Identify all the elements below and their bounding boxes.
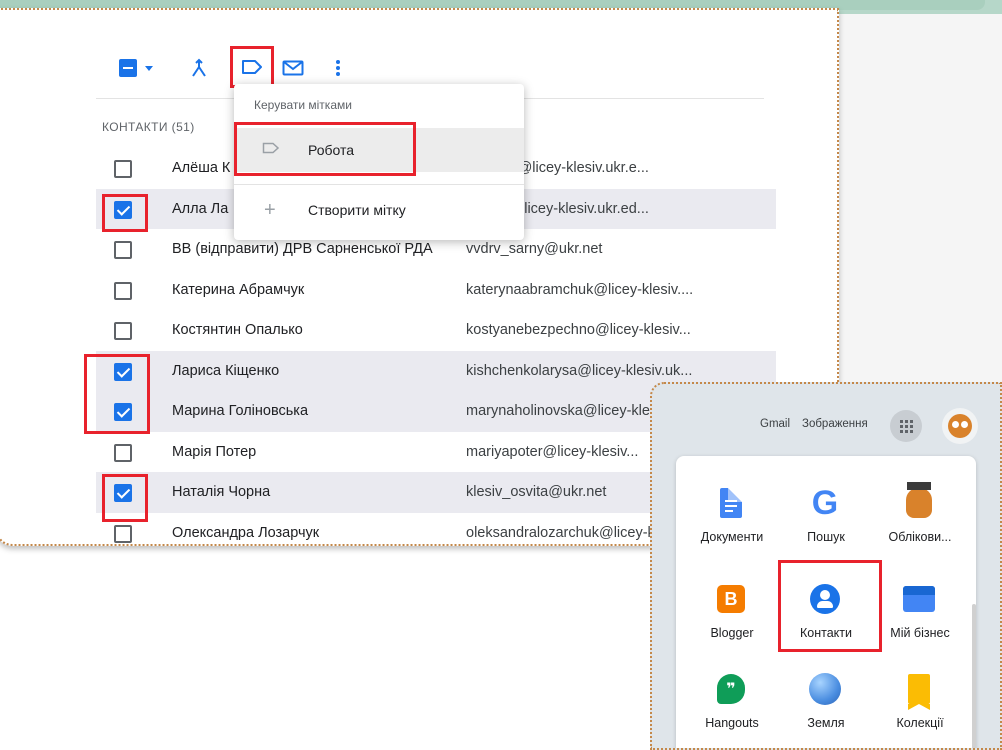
images-link[interactable]: Зображення xyxy=(802,418,868,430)
earth-icon xyxy=(806,670,844,708)
select-all-checkbox-icon xyxy=(119,59,137,77)
contacts-toolbar xyxy=(0,10,837,90)
menu-item-label: Створити мітку xyxy=(308,202,406,218)
contact-name: Алёша К xyxy=(172,160,231,177)
more-actions-button[interactable] xyxy=(328,54,348,82)
plus-icon: + xyxy=(264,198,276,221)
more-vert-icon xyxy=(336,60,340,76)
app-accounts[interactable]: Облікови... xyxy=(874,470,966,560)
contacts-section-title: КОНТАКТИ (51) xyxy=(102,120,195,134)
app-label: Облікови... xyxy=(888,530,952,544)
contact-checkbox[interactable] xyxy=(114,160,132,178)
app-label: Hangouts xyxy=(705,716,759,730)
app-blogger[interactable]: B Blogger xyxy=(686,566,778,656)
contact-row[interactable]: Катерина Абрамчук katerynaabramchuk@licey… xyxy=(96,270,776,311)
apps-grid-button[interactable] xyxy=(890,410,922,442)
contact-email: mariyapoter@licey-klesiv... xyxy=(466,443,639,460)
google-docs-icon xyxy=(712,484,750,522)
apps-grid-icon xyxy=(899,419,913,433)
avatar[interactable] xyxy=(942,408,978,444)
highlight-checkbox-natalia xyxy=(102,474,148,522)
manage-labels-menu: Керувати мітками Робота + Створити мітку xyxy=(234,84,524,240)
app-label: Пошук xyxy=(807,530,845,544)
manage-labels-button[interactable] xyxy=(230,46,274,88)
app-label: Мій бізнес xyxy=(890,626,950,640)
select-all-checkbox-menu[interactable] xyxy=(112,54,160,82)
contact-checkbox[interactable] xyxy=(114,524,132,543)
highlight-checkbox-alla xyxy=(102,194,148,232)
app-search[interactable]: G Пошук xyxy=(780,470,872,560)
contact-name: Катерина Абрамчук xyxy=(172,281,305,298)
app-collections[interactable]: Колекції xyxy=(874,656,966,746)
app-label: Документи xyxy=(700,530,764,544)
contact-checkbox[interactable] xyxy=(114,281,132,300)
menu-item-create-label[interactable]: + Створити мітку xyxy=(234,188,524,232)
merge-icon xyxy=(192,58,206,77)
contact-row[interactable]: Костянтин Опалько kostyanebezpechno@licey… xyxy=(96,310,776,351)
contact-name: Костянтин Опалько xyxy=(172,322,303,339)
highlight-menu-robota xyxy=(234,122,416,176)
contact-name: Марія Потер xyxy=(172,443,257,460)
app-label: Колекції xyxy=(896,716,944,730)
mail-icon xyxy=(282,60,304,76)
background-shade xyxy=(838,14,1002,394)
contact-email: katerynaabramchuk@licey-klesiv.... xyxy=(466,281,694,298)
merge-contacts-button[interactable] xyxy=(186,54,212,82)
app-my-business[interactable]: Мій бізнес xyxy=(874,566,966,656)
account-owl-icon xyxy=(900,482,938,522)
gmail-link[interactable]: Gmail xyxy=(760,418,790,430)
highlight-app-contacts xyxy=(778,560,882,652)
label-icon xyxy=(242,60,262,74)
contact-name: Наталія Чорна xyxy=(172,484,271,501)
app-hangouts[interactable]: ❞ Hangouts xyxy=(686,656,778,746)
send-email-button[interactable] xyxy=(280,54,306,82)
contact-name: Олександра Лозарчук xyxy=(172,524,320,541)
chevron-down-icon xyxy=(145,65,153,71)
contact-checkbox[interactable] xyxy=(114,443,132,462)
app-label: Земля xyxy=(807,716,845,730)
contact-name: Лариса Кіщенко xyxy=(172,362,280,379)
menu-divider xyxy=(234,184,524,185)
contact-email: marynaholinovska@licey-klesiv... xyxy=(466,403,679,420)
app-docs[interactable]: Документи xyxy=(686,470,778,560)
apps-scrollbar[interactable] xyxy=(972,604,976,748)
contact-checkbox[interactable] xyxy=(114,322,132,340)
hangouts-icon: ❞ xyxy=(712,670,750,708)
contact-checkbox[interactable] xyxy=(114,241,132,259)
app-earth[interactable]: Земля xyxy=(780,656,872,746)
contact-name: Алла Ла xyxy=(172,200,229,217)
contact-name: Марина Голіновська xyxy=(172,403,309,420)
contact-name: ВВ (відправити) ДРВ Сарненської РДА xyxy=(172,241,433,258)
highlight-checkbox-group xyxy=(84,354,150,434)
blogger-icon: B xyxy=(712,580,750,618)
apps-launcher: Документи G Пошук Облікови... B Blogger … xyxy=(676,456,976,748)
contact-email: vvdrv_sarny@ukr.net xyxy=(466,241,603,258)
google-search-icon: G xyxy=(811,483,839,522)
owl-avatar-icon xyxy=(948,414,972,438)
contact-email: kostyanebezpechno@licey-klesiv... xyxy=(466,322,691,339)
manage-labels-title: Керувати мітками xyxy=(254,98,352,112)
contact-email: kishchenkolarysa@licey-klesiv.uk... xyxy=(466,362,693,379)
contact-email: klesiv_osvita@ukr.net xyxy=(466,484,607,501)
my-business-icon xyxy=(900,580,938,618)
google-header: Gmail Зображення xyxy=(652,384,1000,454)
app-label: Blogger xyxy=(710,626,754,640)
google-apps-panel: Gmail Зображення Документи G Пошук Облік… xyxy=(650,382,1002,750)
collections-icon xyxy=(900,670,938,710)
